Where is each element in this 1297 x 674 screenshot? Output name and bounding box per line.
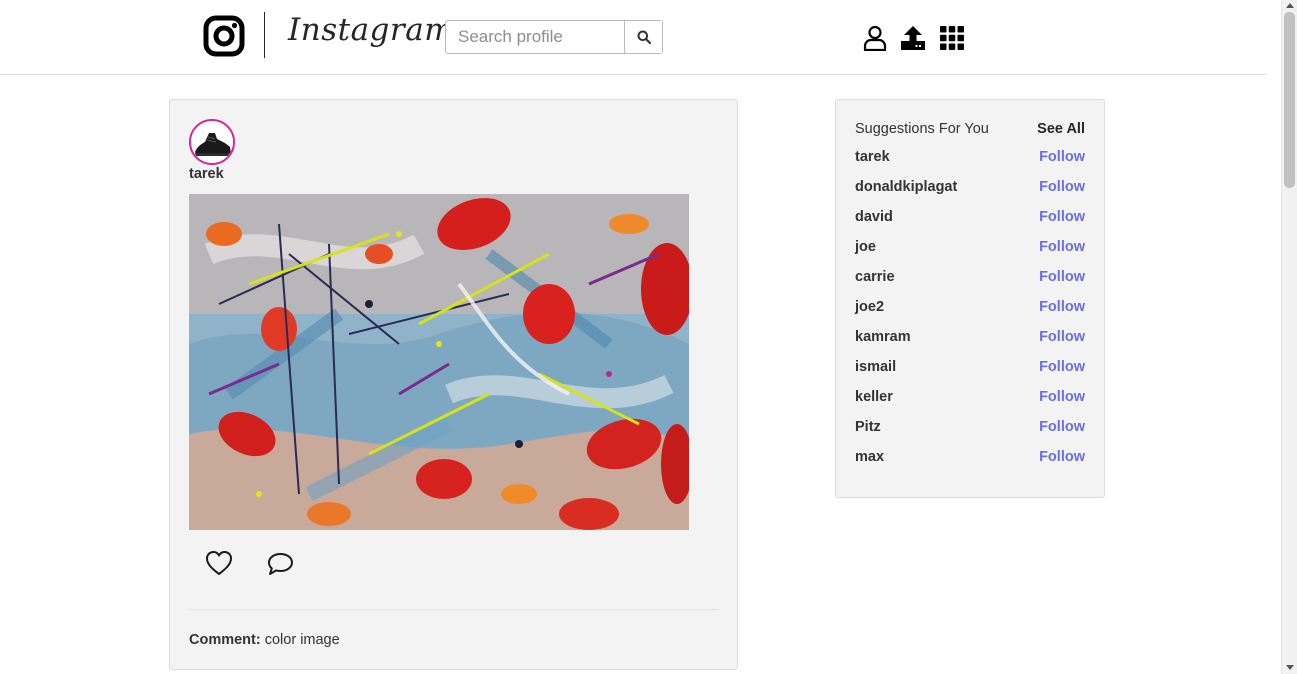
upload-icon[interactable] <box>900 25 926 51</box>
grid-menu-icon[interactable] <box>939 25 965 51</box>
page-scrollbar[interactable] <box>1281 0 1297 674</box>
profile-icon[interactable] <box>862 25 888 51</box>
suggestions-title: Suggestions For You <box>855 121 989 137</box>
suggestion-row: keller Follow <box>855 389 1085 409</box>
follow-button[interactable]: Follow <box>1039 359 1085 379</box>
post-divider <box>189 609 719 610</box>
abstract-painting-image <box>189 194 689 530</box>
suggestion-row: joe Follow <box>855 239 1085 259</box>
suggestion-username[interactable]: donaldkiplagat <box>855 179 957 199</box>
suggestions-panel: Suggestions For You See All tarek Follow… <box>835 99 1105 498</box>
top-navbar: Instagram <box>0 0 1266 75</box>
suggestion-username[interactable]: ismail <box>855 359 896 379</box>
scrollbar-thumb[interactable] <box>1284 12 1295 188</box>
search-button[interactable] <box>624 21 662 53</box>
follow-button[interactable]: Follow <box>1039 209 1085 229</box>
suggestion-username[interactable]: kamram <box>855 329 911 349</box>
suggestion-row: Pitz Follow <box>855 419 1085 439</box>
suggestion-username[interactable]: max <box>855 449 884 469</box>
suggestion-row: donaldkiplagat Follow <box>855 179 1085 199</box>
follow-button[interactable]: Follow <box>1039 449 1085 469</box>
suggestion-username[interactable]: david <box>855 209 893 229</box>
suggestion-row: ismail Follow <box>855 359 1085 379</box>
scroll-down-arrow-icon[interactable] <box>1286 665 1294 670</box>
search-box <box>445 20 663 54</box>
suggestion-row: carrie Follow <box>855 269 1085 289</box>
suggestion-username[interactable]: joe <box>855 239 876 259</box>
follow-button[interactable]: Follow <box>1039 149 1085 169</box>
sneaker-avatar-image <box>191 121 233 163</box>
post-comment: Comment: color image <box>189 632 340 648</box>
instagram-wordmark[interactable]: Instagram <box>288 12 454 48</box>
comment-label: Comment: <box>189 632 261 648</box>
suggestion-username[interactable]: carrie <box>855 269 895 289</box>
follow-button[interactable]: Follow <box>1039 389 1085 409</box>
follow-button[interactable]: Follow <box>1039 419 1085 439</box>
suggestion-username[interactable]: joe2 <box>855 299 884 319</box>
post-author[interactable]: tarek <box>189 166 224 182</box>
suggestion-username[interactable]: tarek <box>855 149 890 169</box>
post-image[interactable] <box>189 194 689 530</box>
follow-button[interactable]: Follow <box>1039 329 1085 349</box>
suggestion-row: tarek Follow <box>855 149 1085 169</box>
follow-button[interactable]: Follow <box>1039 179 1085 199</box>
post-card: tarek Comment: color image <box>169 99 738 670</box>
follow-button[interactable]: Follow <box>1039 299 1085 319</box>
follow-button[interactable]: Follow <box>1039 269 1085 289</box>
comment-icon[interactable] <box>267 551 294 577</box>
author-avatar[interactable] <box>189 119 235 165</box>
search-icon <box>637 30 651 44</box>
suggestion-row: kamram Follow <box>855 329 1085 349</box>
suggestion-row: joe2 Follow <box>855 299 1085 319</box>
scroll-up-arrow-icon[interactable] <box>1286 3 1294 8</box>
search-input[interactable] <box>446 21 624 53</box>
instagram-logo-icon[interactable] <box>203 15 245 57</box>
suggestion-row: david Follow <box>855 209 1085 229</box>
follow-button[interactable]: Follow <box>1039 239 1085 259</box>
suggestion-username[interactable]: Pitz <box>855 419 881 439</box>
suggestion-row: max Follow <box>855 449 1085 469</box>
heart-icon[interactable] <box>205 550 233 576</box>
comment-text: color image <box>264 632 340 648</box>
suggestion-username[interactable]: keller <box>855 389 893 409</box>
see-all-link[interactable]: See All <box>1037 121 1085 137</box>
logo-divider <box>264 12 265 58</box>
